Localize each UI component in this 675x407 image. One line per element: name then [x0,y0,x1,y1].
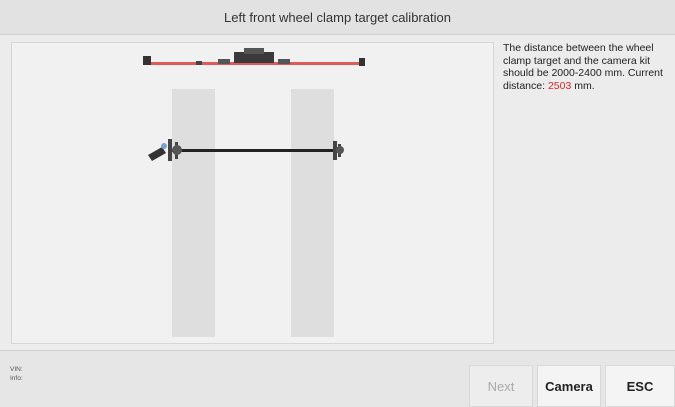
camera-kit-icon [143,48,365,66]
bottom-bar: VIN: Info: Next Camera ESC [0,350,675,407]
title-bar: Left front wheel clamp target calibratio… [0,0,675,35]
calibration-diagram [143,48,365,337]
page-title: Left front wheel clamp target calibratio… [224,9,451,25]
instruction-text: The distance between the wheel clamp tar… [503,42,673,92]
camera-button[interactable]: Camera [537,365,601,407]
esc-button[interactable]: ESC [605,365,675,407]
calibration-view [11,42,494,344]
right-lane [291,89,334,337]
next-button[interactable]: Next [469,365,533,407]
vehicle-info: VIN: Info: [10,365,23,383]
wheel-clamp-target-icon [148,143,167,161]
info-label: Info: [10,375,23,382]
instruction-unit: mm. [571,79,595,92]
vin-label: VIN: [10,366,23,373]
left-lane [172,89,215,337]
current-distance-value: 2503 [547,79,572,92]
